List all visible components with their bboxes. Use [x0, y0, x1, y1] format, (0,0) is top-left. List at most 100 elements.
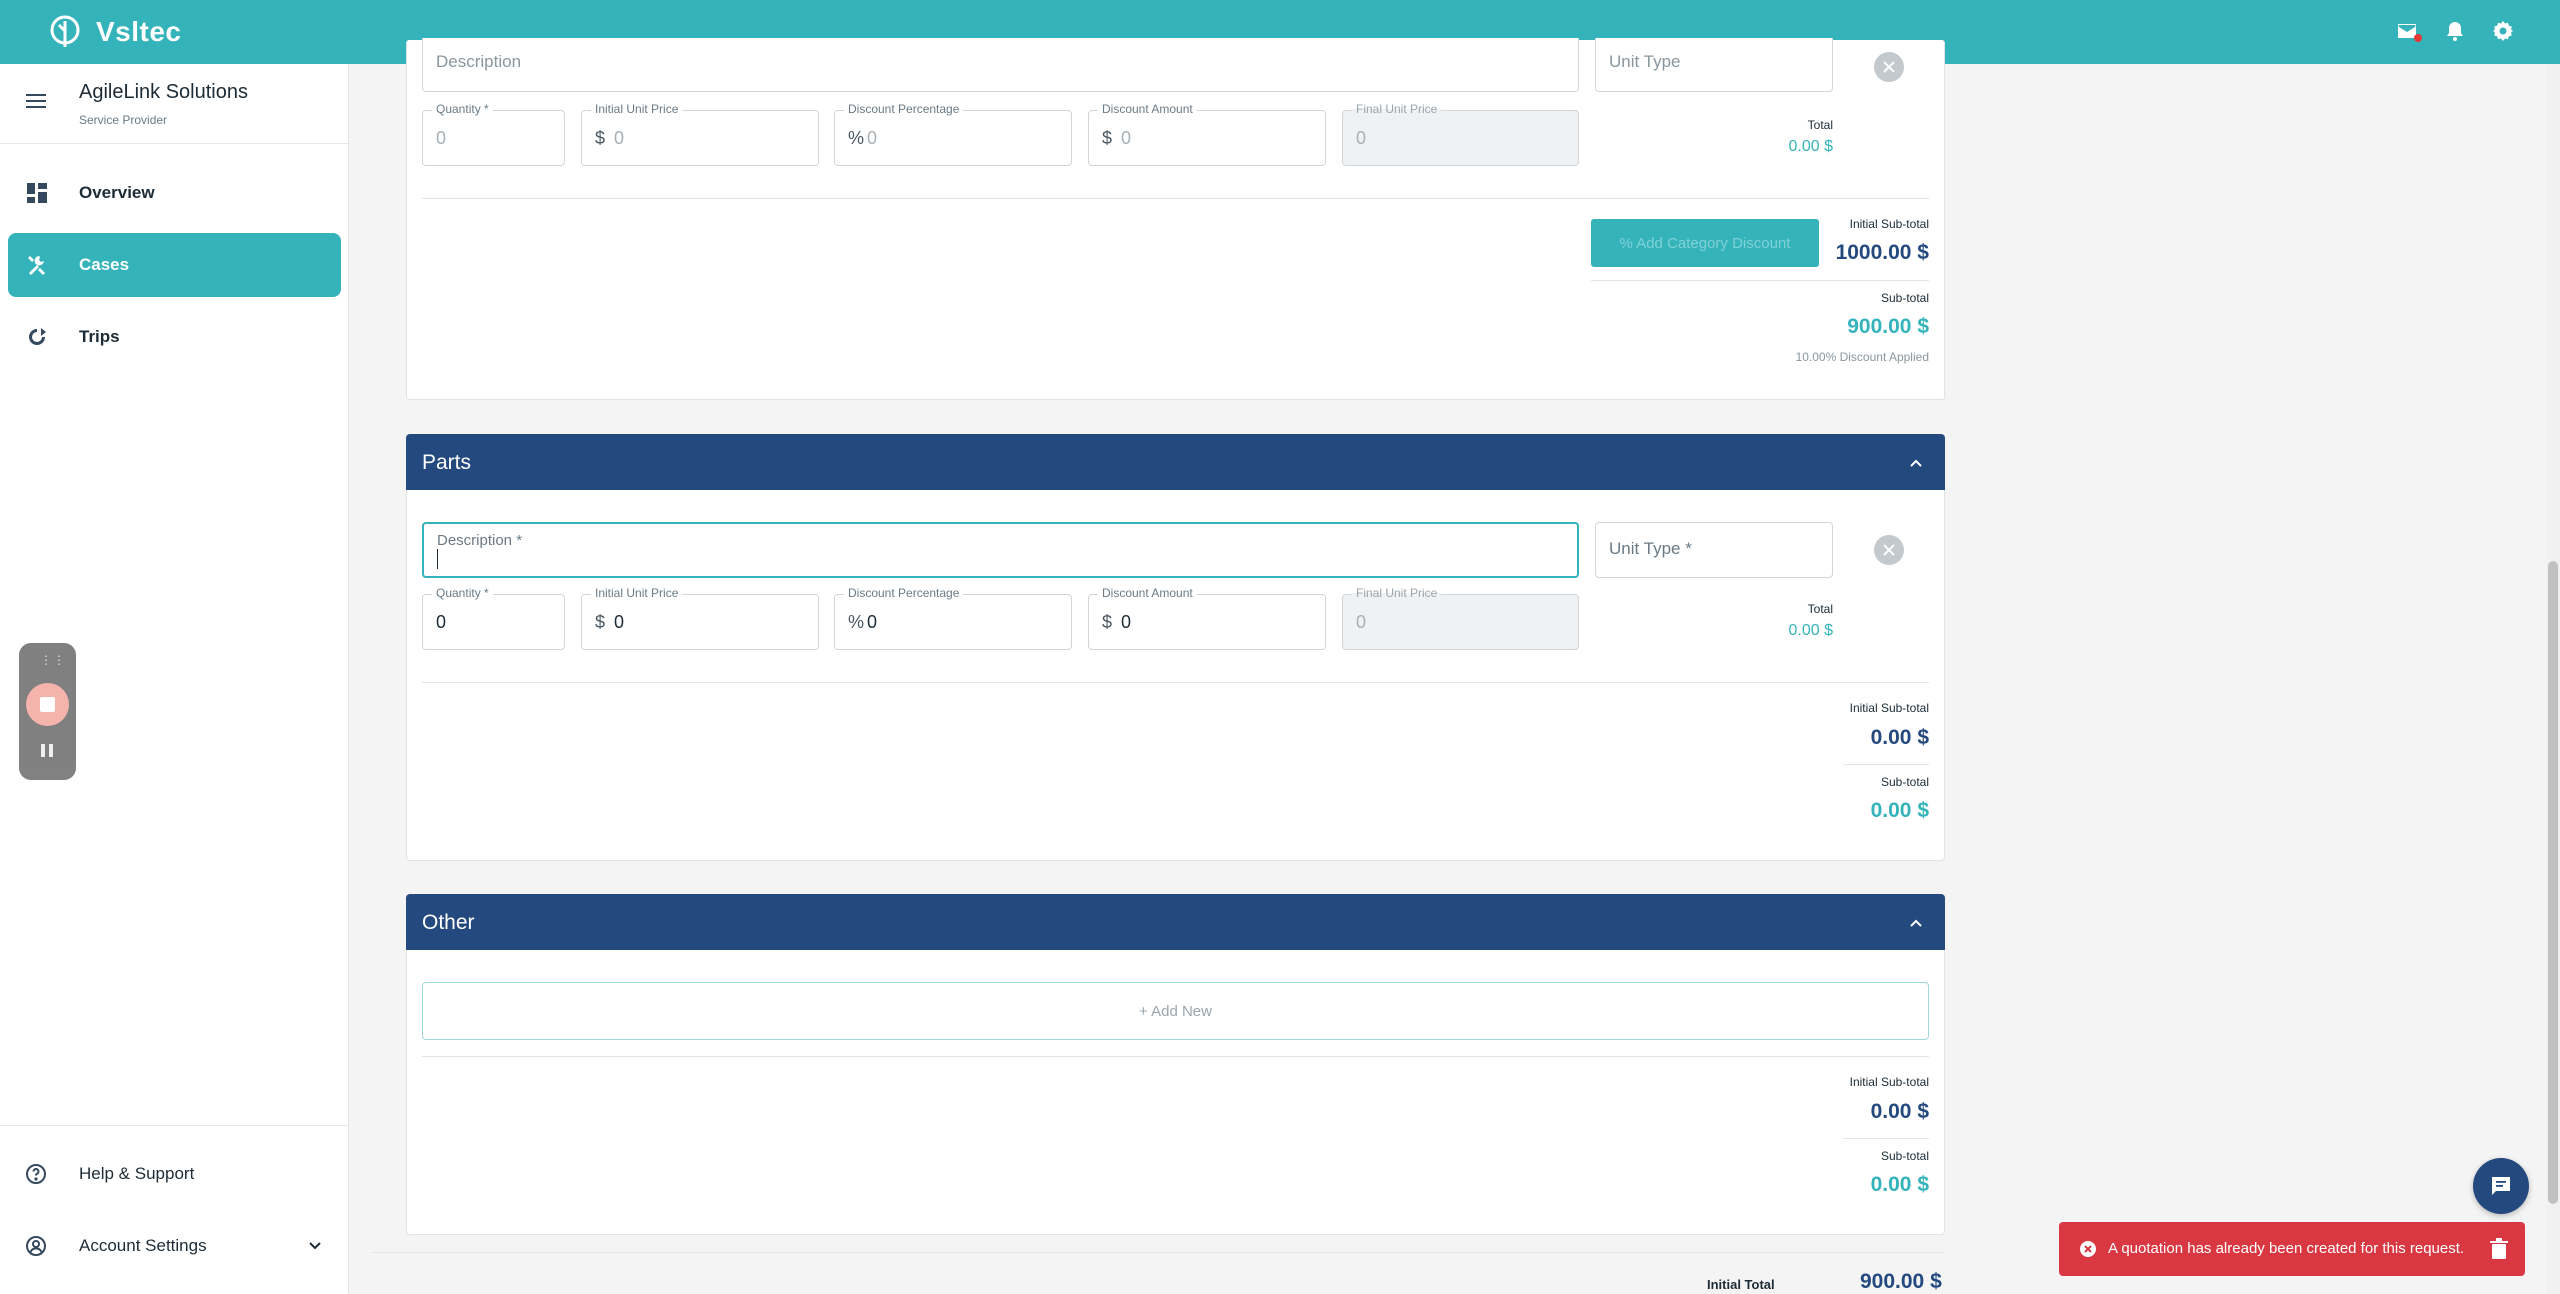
labor-discount-percentage-field[interactable]: Discount Percentage % 0 — [834, 102, 1072, 166]
sidebar-item-label: Overview — [79, 183, 155, 202]
labor-unit-type-field[interactable]: Unit Type — [1595, 38, 1833, 92]
account-icon — [25, 1235, 47, 1257]
labor-description-field[interactable]: Description — [422, 38, 1579, 92]
route-icon — [26, 326, 48, 348]
field-label: Final Unit Price — [1352, 102, 1442, 116]
parts-discount-amount-field[interactable]: Discount Amount $ 0 — [1088, 586, 1326, 650]
currency-prefix: $ — [1102, 612, 1113, 632]
labor-initial-unit-price-field[interactable]: Initial Unit Price $ 0 — [581, 102, 819, 166]
field-label: Description * — [437, 532, 523, 549]
chat-icon — [2492, 1177, 2510, 1195]
add-new-item-button[interactable]: + Add New — [422, 982, 1929, 1040]
subtotal-label: Sub-total — [1880, 1149, 1929, 1163]
mail-icon[interactable] — [2394, 18, 2422, 44]
field-value: 0 — [1121, 128, 1132, 148]
initial-subtotal-value: 0.00 $ — [1870, 726, 1929, 749]
discount-applied-note: 10.00% Discount Applied — [1795, 350, 1929, 364]
chat-button[interactable] — [2473, 1158, 2529, 1214]
field-label: Unit Type — [1609, 52, 1681, 71]
divider — [1843, 1138, 1929, 1139]
field-value: 0 — [436, 128, 447, 148]
divider — [422, 682, 1929, 683]
field-value: 0 — [1356, 612, 1367, 632]
subtotal-value: 900.00 $ — [1847, 315, 1929, 338]
org-name: AgileLink Solutions — [79, 81, 248, 103]
parts-unit-type-field[interactable]: Unit Type * — [1595, 522, 1833, 578]
parts-description-field[interactable]: Description * — [422, 522, 1579, 578]
divider — [0, 1125, 349, 1126]
subtotal-value: 0.00 $ — [1870, 799, 1929, 822]
field-label: Final Unit Price — [1352, 586, 1442, 600]
sidebar-item-cases[interactable]: Cases — [8, 233, 341, 297]
section-title: Other — [422, 910, 475, 934]
error-icon — [2080, 1241, 2096, 1257]
remove-item-button[interactable] — [1874, 52, 1904, 82]
remove-item-button[interactable] — [1874, 535, 1904, 565]
chevron-up-icon[interactable] — [1909, 916, 1923, 930]
labor-discount-amount-field[interactable]: Discount Amount $ 0 — [1088, 102, 1326, 166]
brand[interactable]: Vsltec — [48, 15, 182, 49]
subtotal-value: 0.00 $ — [1870, 1173, 1929, 1196]
labor-quantity-field[interactable]: Quantity * 0 — [422, 102, 565, 166]
initial-subtotal-value: 0.00 $ — [1870, 1100, 1929, 1123]
initial-subtotal-label: Initial Sub-total — [1849, 217, 1929, 231]
toast-message: A quotation has already been created for… — [2108, 1240, 2465, 1257]
dashboard-icon — [26, 182, 48, 204]
percent-prefix: % — [848, 128, 865, 148]
page-scrollbar[interactable] — [2546, 64, 2560, 1294]
item-total-value: 0.00 $ — [1788, 622, 1833, 639]
initial-subtotal-value: 1000.00 $ — [1835, 241, 1929, 264]
tools-icon — [26, 254, 48, 276]
field-value: 0 — [867, 612, 878, 632]
stop-recording-button[interactable] — [26, 683, 69, 726]
chevron-up-icon[interactable] — [1909, 456, 1923, 470]
gear-icon[interactable] — [2490, 18, 2516, 44]
item-total-label: Total — [1807, 118, 1833, 132]
field-value: 0 — [436, 612, 447, 632]
sidebar: AgileLink Solutions Service Provider Ove… — [0, 64, 349, 1294]
other-section-header[interactable]: Other — [406, 894, 1945, 951]
sidebar-item-help[interactable]: Help & Support — [0, 1149, 349, 1199]
field-value: 0 — [867, 128, 878, 148]
subtotal-label: Sub-total — [1880, 291, 1929, 305]
item-total-label: Total — [1807, 602, 1833, 616]
bell-icon[interactable] — [2442, 18, 2468, 44]
sidebar-item-account-settings[interactable]: Account Settings — [0, 1221, 349, 1271]
error-toast: A quotation has already been created for… — [2059, 1222, 2525, 1276]
field-label: Quantity * — [432, 586, 493, 600]
org-header: AgileLink Solutions Service Provider — [0, 64, 348, 144]
scrollbar-thumb[interactable] — [2548, 561, 2558, 1204]
currency-prefix: $ — [595, 612, 606, 632]
divider — [422, 1056, 1929, 1057]
pause-icon[interactable] — [39, 742, 56, 759]
mail-unread-dot — [2414, 34, 2422, 42]
field-label: Discount Amount — [1098, 102, 1197, 116]
currency-prefix: $ — [1102, 128, 1113, 148]
parts-final-unit-price-field: Final Unit Price 0 — [1342, 586, 1579, 650]
field-label: Unit Type * — [1609, 539, 1692, 558]
parts-quantity-field[interactable]: Quantity * 0 — [422, 586, 565, 650]
field-label: Initial Unit Price — [591, 102, 683, 116]
item-total-value: 0.00 $ — [1788, 138, 1833, 155]
field-value: 0 — [1121, 612, 1132, 632]
section-title: Parts — [422, 450, 472, 474]
subtotal-label: Sub-total — [1880, 775, 1929, 789]
field-label: Discount Percentage — [844, 586, 964, 600]
initial-total-value: 900.00 $ — [1860, 1270, 1942, 1293]
sidebar-item-label: Trips — [79, 327, 120, 346]
field-label: Initial Unit Price — [591, 586, 683, 600]
initial-subtotal-label: Initial Sub-total — [1849, 1075, 1929, 1089]
org-type: Service Provider — [79, 113, 168, 127]
screen-recorder-widget[interactable]: ⋮⋮ — [19, 643, 76, 780]
brand-logo-icon — [50, 15, 80, 47]
text-caret — [437, 549, 438, 569]
drag-handle-icon[interactable]: ⋮⋮ — [40, 653, 66, 667]
parts-section-header[interactable]: Parts — [406, 434, 1945, 491]
menu-icon[interactable] — [26, 94, 46, 110]
field-value: 0 — [1356, 128, 1367, 148]
parts-discount-percentage-field[interactable]: Discount Percentage % 0 — [834, 586, 1072, 650]
sidebar-item-overview[interactable]: Overview — [8, 161, 341, 225]
sidebar-item-trips[interactable]: Trips — [8, 305, 341, 369]
parts-initial-unit-price-field[interactable]: Initial Unit Price $ 0 — [581, 586, 819, 650]
trash-icon[interactable] — [2489, 1238, 2509, 1260]
